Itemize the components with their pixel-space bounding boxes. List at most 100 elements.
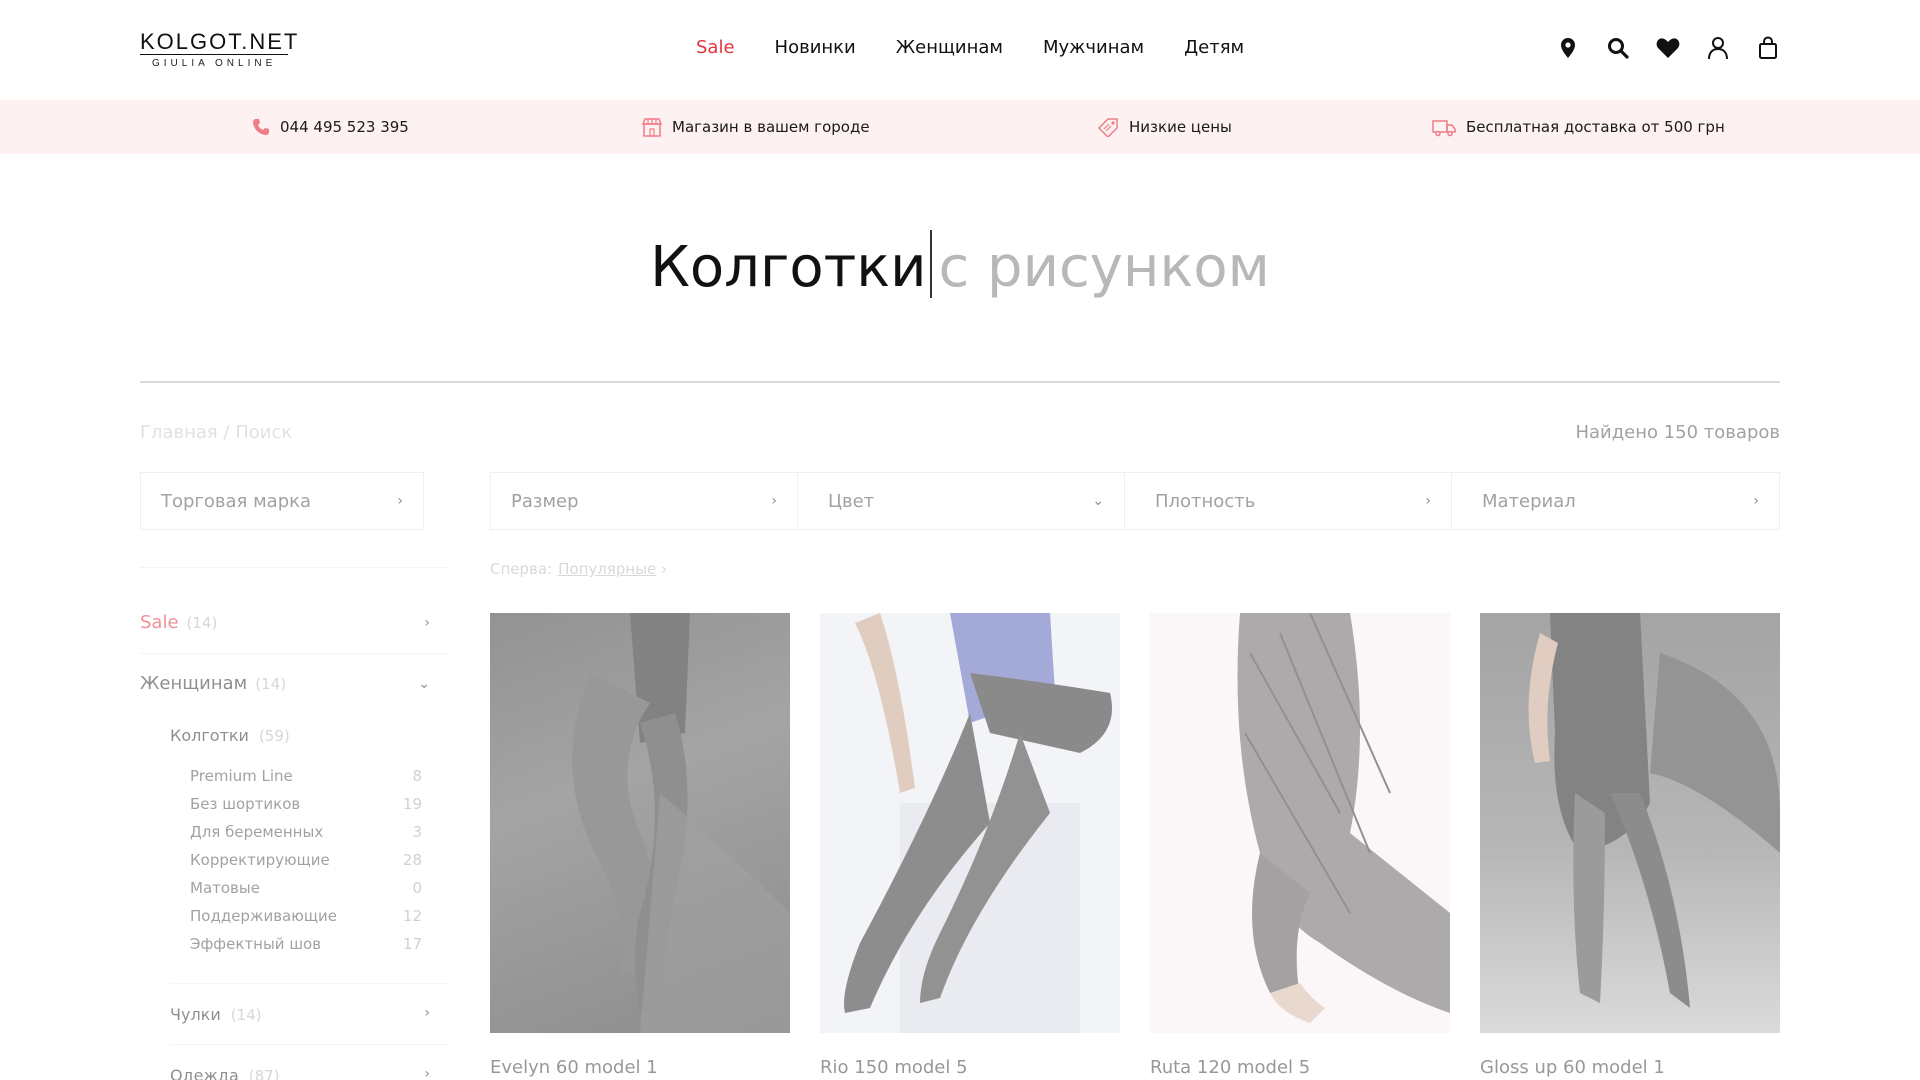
shopping-bag-icon[interactable] <box>1756 36 1780 60</box>
sidebar-item-count: (14) <box>186 614 218 632</box>
user-icon[interactable] <box>1706 36 1730 60</box>
leaf-label: Корректирующие <box>190 851 330 869</box>
product-name[interactable]: Evelyn 60 model 1 <box>490 1057 658 1078</box>
filter-density[interactable]: Плотность › <box>1124 472 1452 530</box>
nav-new[interactable]: Новинки <box>775 37 856 58</box>
sidebar-subitem-label: Одежда <box>170 1066 239 1080</box>
leaf-count: 0 <box>412 879 422 897</box>
product-name[interactable]: Gloss up 60 model 1 <box>1480 1057 1665 1078</box>
info-phone[interactable]: 044 495 523 395 <box>252 100 409 154</box>
sidebar-subitem-count: (87) <box>248 1067 280 1080</box>
sidebar-leaf-item[interactable]: Эффектный шов 17 <box>190 935 422 953</box>
delivery-truck-icon <box>1432 120 1456 137</box>
product-card[interactable]: Rio 150 model 5 <box>820 613 1120 1078</box>
product-name[interactable]: Rio 150 model 5 <box>820 1057 968 1078</box>
leaf-count: 19 <box>402 795 422 813</box>
filter-size[interactable]: Размер › <box>490 472 798 530</box>
info-delivery[interactable]: Бесплатная доставка от 500 грн <box>1432 100 1725 154</box>
search-input-display[interactable]: Колготки с рисунком <box>0 228 1920 308</box>
filter-size-label: Размер <box>511 490 579 512</box>
product-card[interactable]: Gloss up 60 model 1 <box>1480 613 1780 1078</box>
search-caret <box>930 230 933 298</box>
logo-main-text: KOLGOT.NET <box>140 29 300 54</box>
sidebar-leaf-item[interactable]: Для беременных 3 <box>190 823 422 841</box>
chevron-down-icon: ⌄ <box>418 675 430 692</box>
sidebar-leaf-item[interactable]: Поддерживающие 12 <box>190 907 422 925</box>
leaf-count: 28 <box>402 851 422 869</box>
info-store[interactable]: Магазин в вашем городе <box>642 100 870 154</box>
chevron-right-icon: › <box>424 1066 430 1080</box>
info-prices[interactable]: Низкие цены <box>1097 100 1232 154</box>
search-icon[interactable] <box>1606 36 1630 60</box>
filter-brand[interactable]: Торговая марка › <box>140 472 424 530</box>
page: KOLGOT.NET GIULIA ONLINE Sale Новинки Же… <box>0 0 1920 1080</box>
sidebar-item-women[interactable]: Женщинам (14) ⌄ <box>140 673 430 694</box>
leaf-label: Эффектный шов <box>190 935 322 953</box>
sidebar-subitem-tights[interactable]: Колготки (59) <box>170 726 430 745</box>
delivery-text: Бесплатная доставка от 500 грн <box>1466 118 1725 136</box>
sidebar-item-count: (14) <box>255 675 287 693</box>
leaf-label: Без шортиков <box>190 795 301 813</box>
location-pin-icon[interactable] <box>1556 36 1580 60</box>
sidebar-item-sale[interactable]: Sale (14) › <box>140 612 430 633</box>
sidebar-subitem-label: Колготки <box>170 726 249 745</box>
sidebar-leaf-item[interactable]: Без шортиков 19 <box>190 795 422 813</box>
nav-women[interactable]: Женщинам <box>896 37 1003 58</box>
store-text: Магазин в вашем городе <box>672 118 870 136</box>
sidebar-leaf-item[interactable]: Premium Line 8 <box>190 767 422 785</box>
header: KOLGOT.NET GIULIA ONLINE Sale Новинки Же… <box>0 0 1920 100</box>
search-suggestion-text: с рисунком <box>938 235 1270 300</box>
sidebar-item-label: Женщинам <box>140 673 248 694</box>
product-image[interactable] <box>490 613 790 1033</box>
nav-sale[interactable]: Sale <box>696 37 735 58</box>
chevron-right-icon: › <box>424 1005 430 1021</box>
product-card[interactable]: Evelyn 60 model 1 <box>490 613 790 1078</box>
leaf-label: Premium Line <box>190 767 293 785</box>
sidebar-leaf-item[interactable]: Матовые 0 <box>190 879 422 897</box>
header-icons <box>1556 36 1780 60</box>
nav-men[interactable]: Мужчинам <box>1043 37 1144 58</box>
leaf-count: 12 <box>402 907 422 925</box>
chevron-right-icon: › <box>661 560 668 578</box>
filter-color[interactable]: Цвет ⌄ <box>797 472 1125 530</box>
sidebar-item-label: Sale <box>140 612 179 633</box>
filter-brand-label: Торговая марка <box>161 490 312 512</box>
info-bar: 044 495 523 395 Магазин в вашем городе Н… <box>0 100 1920 154</box>
sidebar-subitem-clothing[interactable]: Одежда (87) › <box>170 1066 430 1080</box>
filter-density-label: Плотность <box>1155 490 1256 512</box>
product-card[interactable]: Ruta 120 model 5 <box>1150 613 1450 1078</box>
product-image[interactable] <box>1150 613 1450 1033</box>
sidebar-subitem-count: (59) <box>258 727 290 745</box>
chevron-right-icon: › <box>397 493 403 509</box>
chevron-right-icon: › <box>1753 493 1759 509</box>
phone-icon <box>253 119 269 135</box>
main-nav: Sale Новинки Женщинам Мужчинам Детям <box>696 37 1244 58</box>
sort-label: Сперва: <box>490 560 553 578</box>
sidebar-divider <box>170 983 450 984</box>
sidebar-divider <box>140 653 450 654</box>
sidebar-subitem-count: (14) <box>230 1006 262 1024</box>
sort-control[interactable]: Сперва: Популярные › <box>490 560 667 578</box>
filter-material[interactable]: Материал › <box>1451 472 1780 530</box>
logo[interactable]: KOLGOT.NET GIULIA ONLINE <box>140 29 300 69</box>
product-image[interactable] <box>1480 613 1780 1033</box>
nav-kids[interactable]: Детям <box>1184 37 1244 58</box>
price-tag-icon <box>1097 118 1118 137</box>
sidebar-subitem-label: Чулки <box>170 1005 221 1024</box>
breadcrumb[interactable]: Главная / Поиск <box>140 422 292 443</box>
sidebar-leaf-item[interactable]: Корректирующие 28 <box>190 851 422 869</box>
results-count: Найдено 150 товаров <box>1575 422 1780 443</box>
chevron-right-icon: › <box>771 493 777 509</box>
leaf-label: Для беременных <box>190 823 324 841</box>
logo-sub-text: GIULIA ONLINE <box>152 58 277 69</box>
leaf-count: 8 <box>412 767 422 785</box>
heart-icon[interactable] <box>1656 36 1680 60</box>
sort-value[interactable]: Популярные <box>558 560 656 578</box>
sidebar-subitem-stockings[interactable]: Чулки (14) › <box>170 1005 430 1024</box>
leaf-label: Поддерживающие <box>190 907 337 925</box>
product-image[interactable] <box>820 613 1120 1033</box>
search-underline <box>140 381 1780 383</box>
chevron-right-icon: › <box>1425 493 1431 509</box>
product-name[interactable]: Ruta 120 model 5 <box>1150 1057 1310 1078</box>
phone-number: 044 495 523 395 <box>280 118 409 136</box>
